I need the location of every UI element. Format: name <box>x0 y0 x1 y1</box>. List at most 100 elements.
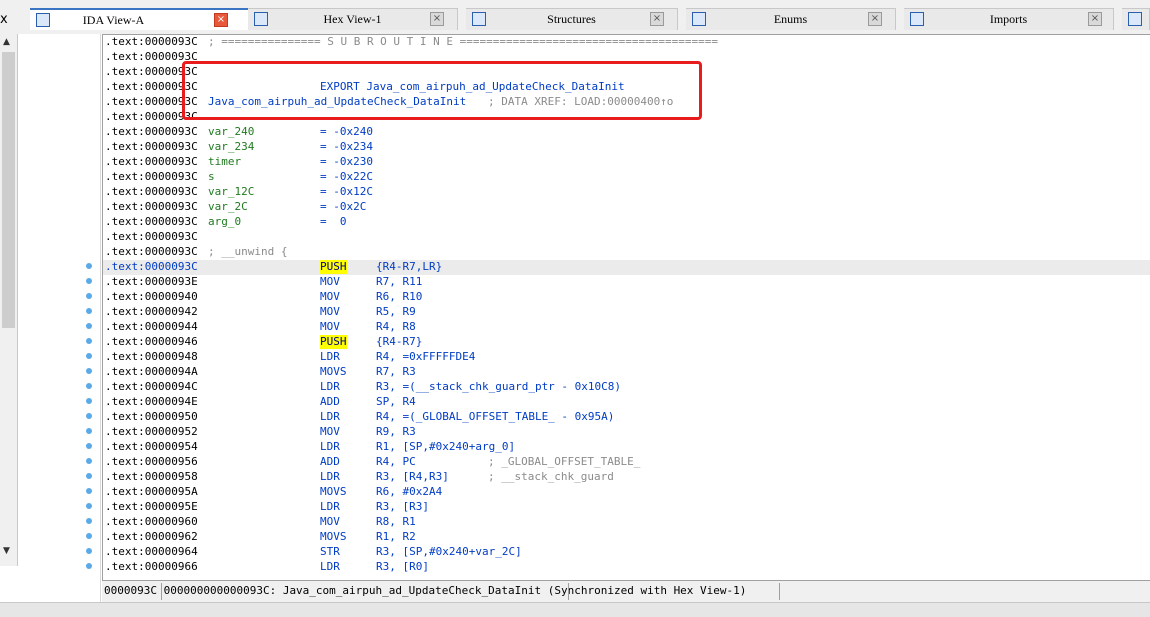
line-address: .text:00000952 <box>105 425 198 438</box>
breakpoint-dot[interactable] <box>86 563 92 569</box>
arrows-pane <box>18 34 101 602</box>
operands: R9, R3 <box>376 425 416 438</box>
line-address: .text:0000093C <box>105 185 198 198</box>
mnemonic: MOVS <box>320 365 347 378</box>
stack-var-offset: = -0x230 <box>320 155 373 168</box>
scroll-thumb[interactable] <box>2 52 15 328</box>
listing-line[interactable]: .text:00000940 MOV R6, R10 <box>103 290 1150 305</box>
breakpoint-dot[interactable] <box>86 293 92 299</box>
tab-label: Imports <box>989 12 1028 26</box>
breakpoint-dot[interactable] <box>86 278 92 284</box>
tab-enums[interactable]: Enums × <box>686 8 896 30</box>
listing-line[interactable]: .text:0000093C var_234 = -0x234 <box>103 140 1150 155</box>
line-address: .text:0000093C <box>105 245 198 258</box>
operands: R4, R8 <box>376 320 416 333</box>
listing-line[interactable]: .text:0000094A MOVS R7, R3 <box>103 365 1150 380</box>
breakpoint-dot[interactable] <box>86 473 92 479</box>
nav-scrollbar[interactable]: ▲ ▼ <box>0 34 18 566</box>
line-address: .text:0000093C <box>105 155 198 168</box>
breakpoint-dot[interactable] <box>86 458 92 464</box>
operands: R1, [SP,#0x240+arg_0] <box>376 440 516 453</box>
listing-line[interactable]: .text:0000093C var_240 = -0x240 <box>103 125 1150 140</box>
listing-line[interactable]: .text:0000093C <box>103 230 1150 245</box>
listing-line[interactable]: .text:00000956 ADD R4, PC ; _GLOBAL_OFFSET_… <box>103 455 1150 470</box>
tab-ida-view-a[interactable]: IDA View-A × <box>30 8 258 30</box>
listing-line[interactable]: .text:0000094E ADD SP, R4 <box>103 395 1150 410</box>
listing-line[interactable]: .text:00000946 PUSH {R4-R7} <box>103 335 1150 350</box>
listing-line[interactable]: .text:0000093C var_2C = -0x2C <box>103 200 1150 215</box>
mnemonic: MOV <box>320 425 340 438</box>
listing-line[interactable]: .text:0000093E MOV R7, R11 <box>103 275 1150 290</box>
breakpoint-dot[interactable] <box>86 428 92 434</box>
listing-line[interactable]: .text:00000954 LDR R1, [SP,#0x240+arg_0] <box>103 440 1150 455</box>
breakpoint-dot[interactable] <box>86 263 92 269</box>
listing-line[interactable]: .text:00000942 MOV R5, R9 <box>103 305 1150 320</box>
listing-line[interactable]: .text:0000095E LDR R3, [R3] <box>103 500 1150 515</box>
breakpoint-dot[interactable] <box>86 443 92 449</box>
breakpoint-dot[interactable] <box>86 383 92 389</box>
listing-line[interactable]: .text:0000095A MOVS R6, #0x2A4 <box>103 485 1150 500</box>
listing-line[interactable]: .text:0000093C arg_0 = 0 <box>103 215 1150 230</box>
breakpoint-dot[interactable] <box>86 308 92 314</box>
exports-icon <box>1128 12 1142 26</box>
mnemonic: MOV <box>320 290 340 303</box>
stack-var-name: s <box>208 170 215 183</box>
close-tab-icon[interactable]: × <box>214 13 228 27</box>
scroll-down-icon[interactable]: ▼ <box>3 546 10 556</box>
listing-line[interactable]: .text:00000948 LDR R4, =0xFFFFFDE4 <box>103 350 1150 365</box>
listing-line[interactable]: .text:0000094C LDR R3, =(__stack_chk_guard… <box>103 380 1150 395</box>
line-address: .text:00000962 <box>105 530 198 543</box>
listing-line[interactable]: .text:0000093C var_12C = -0x12C <box>103 185 1150 200</box>
breakpoint-dot[interactable] <box>86 503 92 509</box>
tab-hex-view-1[interactable]: Hex View-1 × <box>248 8 458 30</box>
close-tab-icon[interactable]: × <box>868 12 882 26</box>
stack-var-name: var_2C <box>208 200 248 213</box>
tab-label: Hex View-1 <box>323 12 382 26</box>
tab-imports[interactable]: Imports × <box>904 8 1114 30</box>
listing-line[interactable]: .text:0000093C ; __unwind { <box>103 245 1150 260</box>
mnemonic: MOVS <box>320 530 347 543</box>
listing-line[interactable]: .text:00000950 LDR R4, =(_GLOBAL_OFFSET_TA… <box>103 410 1150 425</box>
operands: R4, =(_GLOBAL_OFFSET_TABLE_ - 0x95A) <box>376 410 615 423</box>
line-address: .text:0000094C <box>105 380 198 393</box>
breakpoint-dot[interactable] <box>86 548 92 554</box>
operands: R7, R3 <box>376 365 416 378</box>
mnemonic: ADD <box>320 455 340 468</box>
breakpoint-dot[interactable] <box>86 413 92 419</box>
tab-more[interactable] <box>1122 8 1150 30</box>
operands: R3, [R3] <box>376 500 429 513</box>
tab-structures[interactable]: Structures × <box>466 8 678 30</box>
listing-line[interactable]: .text:00000944 MOV R4, R8 <box>103 320 1150 335</box>
listing-line[interactable]: .text:00000960 MOV R8, R1 <box>103 515 1150 530</box>
breakpoint-dot[interactable] <box>86 338 92 344</box>
listing-line[interactable]: .text:00000958 LDR R3, [R4,R3] ; __stack_ch… <box>103 470 1150 485</box>
listing-line[interactable]: .text:0000093C PUSH {R4-R7,LR} <box>103 260 1150 275</box>
listing-line[interactable]: .text:00000962 MOVS R1, R2 <box>103 530 1150 545</box>
close-window-button[interactable]: x <box>0 12 14 28</box>
close-tab-icon[interactable]: × <box>650 12 664 26</box>
breakpoint-dot[interactable] <box>86 323 92 329</box>
tab-label: IDA View-A <box>82 13 145 27</box>
breakpoint-dot[interactable] <box>86 368 92 374</box>
line-address: .text:0000095A <box>105 485 198 498</box>
stack-var-offset: = -0x234 <box>320 140 373 153</box>
line-address: .text:0000093C <box>105 215 198 228</box>
listing-line[interactable]: .text:0000093C timer = -0x230 <box>103 155 1150 170</box>
breakpoint-dot[interactable] <box>86 398 92 404</box>
breakpoint-dot[interactable] <box>86 518 92 524</box>
listing-line[interactable]: .text:0000093C s = -0x22C <box>103 170 1150 185</box>
breakpoint-dot[interactable] <box>86 533 92 539</box>
close-tab-icon[interactable]: × <box>430 12 444 26</box>
stack-var-name: var_234 <box>208 140 255 153</box>
close-tab-icon[interactable]: × <box>1088 12 1102 26</box>
listing-line[interactable]: .text:00000964 STR R3, [SP,#0x240+var_2C] <box>103 545 1150 560</box>
listing-line[interactable]: .text:00000952 MOV R9, R3 <box>103 425 1150 440</box>
listing-line[interactable]: .text:00000966 LDR R3, [R0] <box>103 560 1150 575</box>
breakpoint-dot[interactable] <box>86 353 92 359</box>
scroll-up-icon[interactable]: ▲ <box>3 37 10 47</box>
operands: {R4-R7,LR} <box>376 260 443 273</box>
breakpoint-dot[interactable] <box>86 488 92 494</box>
annotation-box <box>182 61 702 120</box>
mnemonic: MOV <box>320 320 340 333</box>
listing-line[interactable]: .text:0000093C ; =============== S U B R … <box>103 35 1150 50</box>
